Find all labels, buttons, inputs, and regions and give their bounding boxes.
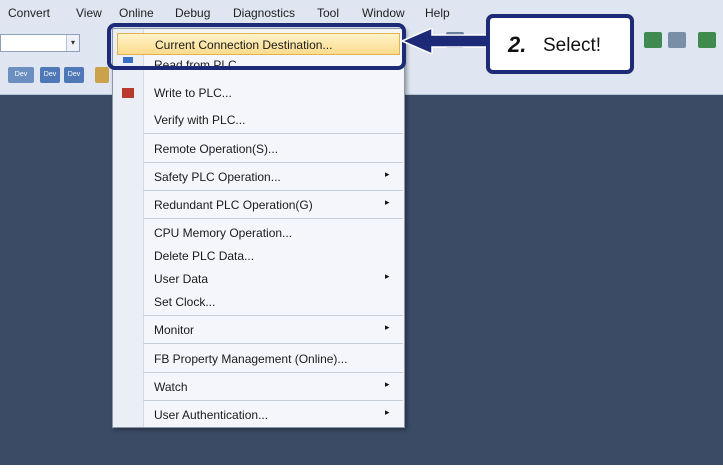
menu-online[interactable]: Online bbox=[119, 6, 154, 20]
menu-item-safety-plc-operation[interactable]: Safety PLC Operation... ▸ bbox=[113, 165, 404, 188]
submenu-arrow-icon: ▸ bbox=[385, 169, 390, 179]
toolbar-sfc-icon[interactable] bbox=[698, 32, 716, 48]
menu-item-user-data[interactable]: User Data ▸ bbox=[113, 267, 404, 290]
submenu-arrow-icon: ▸ bbox=[385, 271, 390, 281]
menu-separator bbox=[143, 372, 403, 373]
menu-separator bbox=[143, 218, 403, 219]
menu-item-user-authentication[interactable]: User Authentication... ▸ bbox=[113, 403, 404, 426]
menu-item-label: User Data bbox=[154, 272, 209, 286]
step-number: 2. bbox=[508, 32, 527, 57]
menu-item-fb-property-management[interactable]: FB Property Management (Online)... bbox=[113, 347, 404, 370]
menu-window[interactable]: Window bbox=[362, 6, 405, 20]
menu-item-label: Monitor bbox=[154, 323, 195, 337]
device-icon[interactable]: Dev bbox=[8, 67, 34, 83]
device-batch-icon[interactable]: Dev bbox=[40, 67, 60, 83]
toolbar-program-icon[interactable] bbox=[644, 32, 662, 48]
highlight-ring bbox=[107, 23, 406, 70]
menu-tool[interactable]: Tool bbox=[317, 6, 339, 20]
menu-separator bbox=[143, 133, 403, 134]
menu-item-cpu-memory-operation[interactable]: CPU Memory Operation... bbox=[113, 221, 404, 244]
menu-separator bbox=[143, 343, 403, 344]
submenu-arrow-icon: ▸ bbox=[385, 379, 390, 389]
menu-item-label: Redundant PLC Operation(G) bbox=[154, 198, 313, 212]
menu-help[interactable]: Help bbox=[425, 6, 450, 20]
menu-item-label: User Authentication... bbox=[154, 408, 269, 422]
menu-item-redundant-plc-operation[interactable]: Redundant PLC Operation(G) ▸ bbox=[113, 193, 404, 216]
toolbar-program-disabled-icon[interactable] bbox=[668, 32, 686, 48]
menu-item-verify-with-plc[interactable]: Verify with PLC... bbox=[113, 108, 404, 131]
menu-item-label: FB Property Management (Online)... bbox=[154, 352, 348, 366]
menu-item-monitor[interactable]: Monitor ▸ bbox=[113, 318, 404, 341]
menu-item-watch[interactable]: Watch ▸ bbox=[113, 375, 404, 398]
menu-separator bbox=[143, 400, 403, 401]
menu-item-label: Remote Operation(S)... bbox=[154, 142, 279, 156]
online-menu-dropdown: Read from PLC... Current Connection Dest… bbox=[112, 28, 405, 428]
folder-icon[interactable] bbox=[95, 67, 109, 83]
menu-diagnostics[interactable]: Diagnostics bbox=[233, 6, 295, 20]
menu-item-label: CPU Memory Operation... bbox=[154, 226, 293, 240]
chevron-down-icon[interactable]: ▾ bbox=[66, 35, 79, 51]
menu-view[interactable]: View bbox=[76, 6, 102, 20]
menu-item-label: Verify with PLC... bbox=[154, 113, 246, 127]
menu-item-write-to-plc[interactable]: Write to PLC... bbox=[113, 81, 404, 104]
menu-separator bbox=[143, 162, 403, 163]
menu-item-label: Safety PLC Operation... bbox=[154, 170, 281, 184]
menu-item-label: Set Clock... bbox=[154, 295, 216, 309]
toolbar-combobox[interactable]: ▾ bbox=[0, 34, 80, 52]
pointer-arrow-icon bbox=[402, 28, 488, 54]
device-register-icon[interactable]: Dev bbox=[64, 67, 84, 83]
menu-debug[interactable]: Debug bbox=[175, 6, 210, 20]
submenu-arrow-icon: ▸ bbox=[385, 322, 390, 332]
menu-item-set-clock[interactable]: Set Clock... bbox=[113, 290, 404, 313]
menu-item-delete-plc-data[interactable]: Delete PLC Data... bbox=[113, 244, 404, 267]
menu-separator bbox=[143, 315, 403, 316]
menu-item-label: Write to PLC... bbox=[154, 86, 232, 100]
menu-separator bbox=[143, 190, 403, 191]
callout-text: Select! bbox=[543, 35, 602, 56]
submenu-arrow-icon: ▸ bbox=[385, 197, 390, 207]
instruction-callout: 2. Select! bbox=[486, 14, 634, 74]
menu-item-label: Watch bbox=[154, 380, 188, 394]
menu-item-remote-operation[interactable]: Remote Operation(S)... bbox=[113, 137, 404, 160]
menu-convert[interactable]: Convert bbox=[8, 6, 50, 20]
app-window: Convert View Online Debug Diagnostics To… bbox=[0, 0, 723, 465]
menu-item-label: Delete PLC Data... bbox=[154, 249, 255, 263]
submenu-arrow-icon: ▸ bbox=[385, 407, 390, 417]
